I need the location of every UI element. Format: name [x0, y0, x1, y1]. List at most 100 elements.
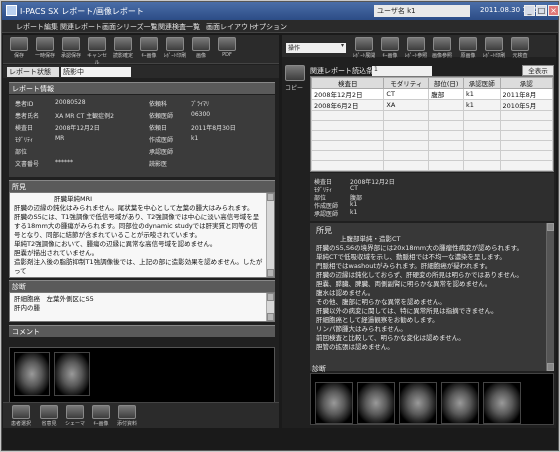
operation-select[interactable]: 操作	[286, 42, 346, 53]
table-cell	[311, 160, 385, 171]
scroll-up-arrow[interactable]	[267, 293, 274, 301]
source-exam-button[interactable]: 元検査	[508, 37, 532, 59]
scroll-down-arrow[interactable]	[267, 313, 274, 321]
menu-report-edit[interactable]: レポート編集	[16, 22, 58, 32]
column-header[interactable]: モダリティ	[383, 77, 430, 89]
table-cell	[311, 130, 385, 141]
opinion-button[interactable]: 省意見	[37, 405, 61, 427]
related-report-info: 検査日 2008年12月2日 ﾓﾀﾞﾘﾃｨ CT 部位 腹部 作成医師 k1 承認医師 k1	[310, 173, 554, 221]
related-findings-panel[interactable]: 所見 上腹部単純・造影CT 肝臓のS5,S6の境界部には20x18mm大の腫瘤性…	[310, 223, 554, 371]
table-cell	[428, 160, 464, 171]
patient-select-button[interactable]: 患者選択	[9, 405, 33, 427]
confirm-reading-button[interactable]: 読影確定	[111, 37, 135, 59]
right-print-button[interactable]: ﾚﾎﾟｰﾄ印刷	[482, 37, 506, 59]
pdf-icon	[218, 37, 236, 51]
table-row[interactable]: 2008年6月2日 XA k1 2010年5月	[311, 99, 553, 111]
findings-scrollbar[interactable]	[266, 193, 274, 277]
report-info-label: 読影医	[149, 161, 168, 168]
table-cell	[428, 99, 464, 111]
key-image-button[interactable]: ｷｰ画像	[137, 37, 161, 59]
key-image-thumbnail[interactable]	[14, 352, 50, 396]
related-image-thumbnail[interactable]	[441, 382, 479, 424]
approve-save-button[interactable]: 承認保存	[59, 37, 83, 59]
scroll-up-arrow[interactable]	[547, 223, 554, 231]
key-image-icon	[92, 405, 110, 419]
table-cell	[462, 160, 501, 171]
empty-row	[311, 150, 553, 161]
table-row[interactable]: 2008年12月2日 CT 腹部 k1 2011年8月	[311, 88, 553, 100]
related-findings-line: 肝臓の辺縁は鈍化しておらず、肝硬変の所見は明らかではありません。	[316, 271, 523, 279]
related-findings-scrollbar[interactable]	[546, 223, 554, 371]
menu-options[interactable]: オプション	[252, 22, 287, 32]
related-info-label: 承認医師	[314, 211, 339, 218]
close-button[interactable]: ×	[548, 5, 559, 16]
report-info-value: k1	[191, 135, 199, 142]
diagnosis-line: 肝細胞癌 左葉外側区にS5	[14, 295, 94, 303]
minimize-button[interactable]: _	[524, 5, 535, 16]
diagnosis-scrollbar[interactable]	[266, 293, 274, 321]
scroll-down-arrow[interactable]	[267, 269, 274, 277]
report-expand-button[interactable]: ﾚﾎﾟｰﾄ展開	[352, 37, 376, 59]
report-ref-button[interactable]: ﾚﾎﾟｰﾄ参照	[404, 37, 428, 59]
related-findings-line: 前回検査と比較して、明らかな変化は認めません。	[316, 334, 465, 342]
related-image-thumbnail[interactable]	[357, 382, 395, 424]
table-cell	[428, 120, 464, 131]
table-cell	[428, 150, 464, 161]
empty-row	[311, 140, 553, 151]
table-cell	[311, 150, 385, 161]
column-header[interactable]: 部位(日)	[428, 77, 464, 89]
temp-save-button[interactable]: 一時保存	[33, 37, 57, 59]
related-findings-line: 胆管の拡張は認めません。	[316, 343, 394, 351]
table-cell	[383, 110, 430, 121]
related-info-value: CT	[350, 185, 358, 192]
cancel-button[interactable]: キャンセル	[85, 37, 109, 66]
save-button[interactable]: 保存	[7, 37, 31, 59]
empty-row	[311, 110, 553, 121]
related-findings-line: 肝臓以外の病変に関しては、特に異常所見は指摘できません。	[316, 307, 498, 315]
related-findings-header: 所見	[316, 226, 332, 235]
confirm-icon	[114, 37, 132, 51]
copy-label: コピー	[285, 85, 304, 92]
menu-series-list[interactable]: シリーズ一覧	[116, 22, 158, 32]
image-button[interactable]: 画像	[189, 37, 213, 59]
column-header[interactable]: 承認医師	[462, 77, 501, 89]
scroll-up-arrow[interactable]	[267, 193, 274, 201]
original-image-button[interactable]: 原画像	[456, 37, 480, 59]
scroll-down-arrow[interactable]	[547, 363, 554, 371]
report-info-label: ﾓﾀﾞﾘﾃｨ	[15, 137, 34, 144]
menu-bar: レポート編集 関連レポート画面 シリーズ一覧 関連検査一覧 画面レイアウト オプ…	[2, 20, 558, 33]
related-image-thumbnail[interactable]	[483, 382, 521, 424]
menu-layout[interactable]: 画面レイアウト	[206, 22, 255, 32]
key-image-icon	[381, 37, 399, 51]
copy-icon[interactable]	[285, 65, 305, 81]
pdf-button[interactable]: PDF	[215, 37, 239, 58]
diagnosis-textarea[interactable]: 肝細胞癌 左葉外側区にS5 肝内の腫	[9, 292, 275, 322]
table-cell: k1	[462, 88, 501, 100]
findings-line: 肝臓のS5には、T1強調像で低信号域があり、T2強調像では中心に淡い高信号域を呈…	[14, 213, 260, 239]
column-header[interactable]: 承認	[499, 77, 553, 89]
related-search-input[interactable]: 1	[372, 66, 432, 76]
menu-related-exams[interactable]: 関連検査一覧	[158, 22, 200, 32]
column-header[interactable]: 検査日	[311, 77, 385, 89]
key-image-thumbnail[interactable]	[54, 352, 90, 396]
related-image-thumbnail[interactable]	[399, 382, 437, 424]
attachment-button[interactable]: 添付資料	[115, 405, 139, 427]
report-print-button[interactable]: ﾚﾎﾟｰﾄ印刷	[163, 37, 187, 59]
key-image-bottom-button[interactable]: ｷｰ画像	[89, 405, 113, 427]
table-cell	[311, 110, 385, 121]
menu-related-report[interactable]: 関連レポート画面	[60, 22, 116, 32]
related-info-value: k1	[350, 209, 358, 216]
user-field[interactable]: ユーザ名 k1	[374, 5, 470, 17]
opinion-icon	[40, 405, 58, 419]
original-image-icon	[459, 37, 477, 51]
right-key-image-button[interactable]: ｷｰ画像	[378, 37, 402, 59]
schema-button[interactable]: シェーマ	[63, 405, 87, 427]
table-cell	[499, 130, 553, 141]
table-cell: 2010年5月	[499, 99, 553, 111]
table-cell	[462, 140, 501, 151]
related-image-thumbnail[interactable]	[315, 382, 353, 424]
maximize-button[interactable]: □	[536, 5, 547, 16]
show-all-button[interactable]: 全表示	[522, 65, 554, 76]
findings-textarea[interactable]: 肝臓単純MRI 肝臓の辺縁の鈍化はみられません。尾状葉を中心として左葉の腫大はみ…	[9, 192, 275, 278]
image-ref-button[interactable]: 画像参照	[430, 37, 454, 59]
